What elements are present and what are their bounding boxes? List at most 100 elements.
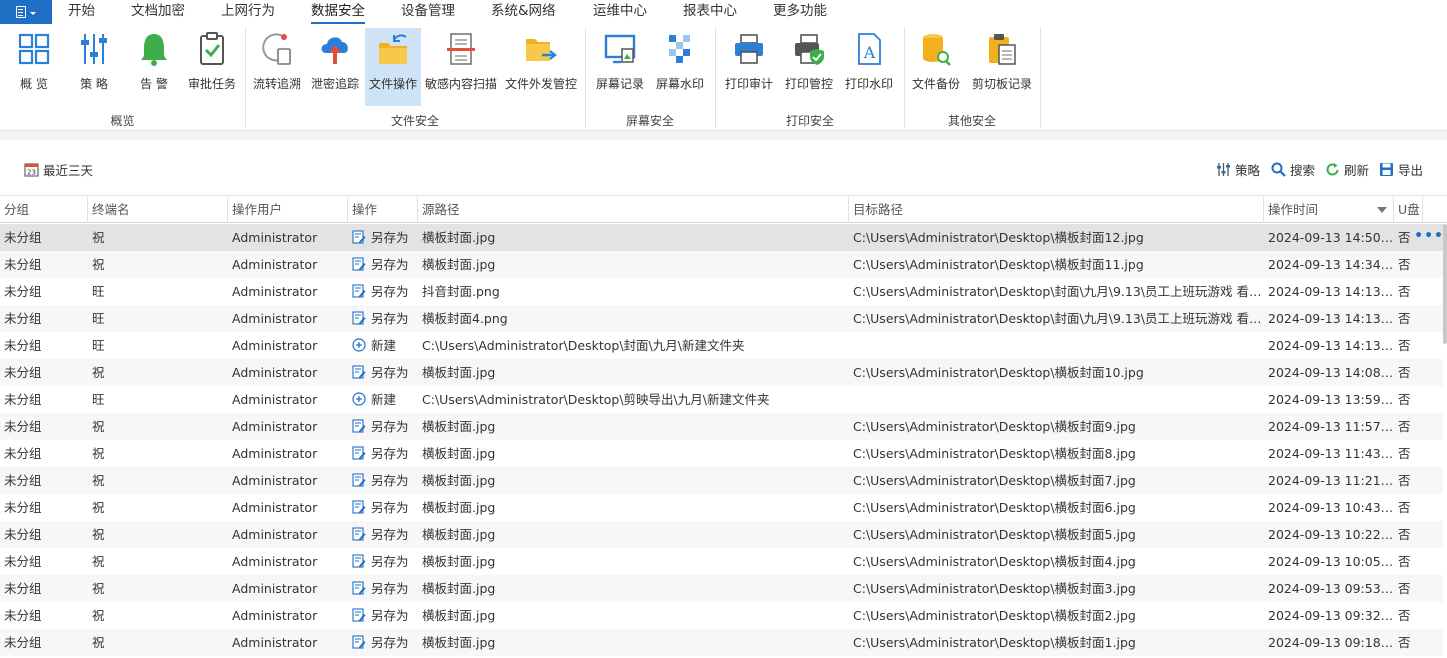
tab-internet-behavior[interactable]: 上网行为: [221, 0, 275, 24]
cell-terminal: 祝: [92, 527, 105, 542]
table-row[interactable]: 未分组 祝 Administrator 另存为 横板封面.jpg C:\Users\Adm…: [0, 602, 1443, 629]
overview-button[interactable]: 概 览: [10, 28, 58, 106]
print-control-button[interactable]: 打印管控: [782, 28, 836, 106]
cell-usb: 否: [1398, 311, 1411, 326]
cell-target-path: C:\Users\Administrator\Desktop\横板封面7.jpg: [853, 473, 1136, 488]
group-label-overview: 概览: [110, 114, 135, 128]
export-button[interactable]: 导出: [1379, 160, 1423, 179]
column-header-target-path[interactable]: 目标路径: [849, 197, 1264, 223]
menu-bar: 开始 文档加密 上网行为 数据安全 设备管理 系统&网络 运维中心 报表中心 更…: [0, 0, 1447, 24]
strategy-toolbar-button[interactable]: 策略: [1216, 160, 1260, 179]
operation-label: 另存为: [371, 446, 409, 461]
cell-target-path: C:\Users\Administrator\Desktop\横板封面3.jpg: [853, 581, 1136, 596]
table-row[interactable]: 未分组 祝 Administrator 另存为 横板封面.jpg C:\Users\Adm…: [0, 413, 1443, 440]
cell-target-path: C:\Users\Administrator\Desktop\横板封面9.jpg: [853, 419, 1136, 434]
ribbon-label: 敏感内容扫描: [424, 77, 497, 91]
export-save-icon: [1380, 163, 1393, 176]
operation-label: 另存为: [371, 608, 409, 623]
group-label-file-security: 文件安全: [390, 114, 439, 128]
table-row[interactable]: 未分组 祝 Administrator 另存为 横板封面.jpg C:\Users\Adm…: [0, 521, 1443, 548]
ribbon-label: 文件操作: [368, 77, 417, 91]
print-watermark-button[interactable]: A 打印水印: [842, 28, 896, 106]
tab-more-features[interactable]: 更多功能: [773, 0, 827, 24]
cell-user: Administrator: [232, 419, 318, 434]
table-row[interactable]: 未分组 祝 Administrator 另存为 横板封面.jpg C:\Users\Adm…: [0, 467, 1443, 494]
leak-tracking-button[interactable]: 泄密追踪: [308, 28, 362, 106]
cell-operation-time: 2024-09-13 13:59:48: [1268, 392, 1394, 407]
sensitive-content-scan-button[interactable]: 敏感内容扫描: [424, 28, 498, 106]
cell-user: Administrator: [232, 635, 318, 650]
chevron-down-icon: [30, 11, 36, 15]
tab-ops-center[interactable]: 运维中心: [593, 0, 647, 24]
date-filter-button[interactable]: 23 最近三天: [24, 160, 93, 179]
refresh-button[interactable]: 刷新: [1325, 160, 1369, 179]
tab-system-network[interactable]: 系统&网络: [491, 0, 556, 24]
print-audit-button[interactable]: 打印审计: [722, 28, 776, 106]
cell-terminal: 祝: [92, 419, 105, 434]
clipboard-record-button[interactable]: 剪切板记录: [968, 28, 1036, 106]
column-header-group[interactable]: 分组: [0, 197, 88, 223]
approval-task-button[interactable]: 审批任务: [185, 28, 239, 106]
column-header-user[interactable]: 操作用户: [228, 197, 348, 223]
operation-label: 新建: [371, 392, 397, 407]
save-as-icon: [352, 446, 366, 460]
table-row[interactable]: 未分组 祝 Administrator 另存为 横板封面.jpg C:\Users\Adm…: [0, 575, 1443, 602]
file-backup-button[interactable]: 文件备份: [909, 28, 963, 106]
table-row[interactable]: 未分组 旺 Administrator 另存为 横板封面4.png C:\Users\Ad…: [0, 305, 1443, 332]
operation-label: 另存为: [371, 419, 409, 434]
column-header-operation-time-label: 操作时间: [1268, 202, 1319, 217]
app-menu-button[interactable]: [0, 0, 52, 24]
table-row[interactable]: 未分组 祝 Administrator 另存为 横板封面.jpg C:\Users\Adm…: [0, 629, 1443, 656]
table-row[interactable]: 未分组 祝 Administrator 另存为 横板封面.jpg C:\Users\Adm…: [0, 548, 1443, 575]
table-row[interactable]: 未分组 旺 Administrator 另存为 抖音封面.png C:\Users\Adm…: [0, 278, 1443, 305]
table-row[interactable]: 未分组 祝 Administrator 另存为 横板封面.jpg C:\Users\Adm…: [0, 224, 1443, 251]
vertical-scrollbar[interactable]: [1443, 224, 1447, 344]
cell-source-path: C:\Users\Administrator\Desktop\剪映导出\九月\新…: [422, 392, 770, 407]
tab-data-security[interactable]: 数据安全: [311, 0, 365, 24]
cell-group: 未分组: [4, 419, 42, 434]
screen-record-button[interactable]: 屏幕记录: [592, 28, 648, 106]
cell-terminal: 旺: [92, 392, 105, 407]
tab-start[interactable]: 开始: [68, 0, 95, 24]
column-header-operation[interactable]: 操作: [348, 197, 418, 223]
file-operation-button[interactable]: 文件操作: [365, 28, 421, 106]
save-as-icon: [352, 257, 366, 271]
cell-source-path: 抖音封面.png: [422, 284, 500, 299]
cell-operation-time: 2024-09-13 14:50:14: [1268, 230, 1394, 245]
cell-operation: 另存为: [348, 224, 418, 251]
column-header-source-path[interactable]: 源路径: [418, 197, 849, 223]
table-row[interactable]: 未分组 祝 Administrator 另存为 横板封面.jpg C:\Users\Adm…: [0, 440, 1443, 467]
alarm-button[interactable]: 告 警: [130, 28, 178, 106]
cell-usb: 否: [1398, 365, 1411, 380]
table-row[interactable]: 未分组 旺 Administrator 新建 C:\Users\Administrato…: [0, 332, 1443, 359]
ribbon-label: 告 警: [140, 77, 168, 91]
screen-watermark-button[interactable]: 屏幕水印: [652, 28, 708, 106]
ribbon-label: 屏幕记录: [595, 77, 644, 91]
more-dots-icon[interactable]: •••: [1414, 224, 1443, 251]
tab-device-management[interactable]: 设备管理: [401, 0, 455, 24]
strategy-button[interactable]: 策 略: [70, 28, 118, 106]
cell-terminal: 旺: [92, 311, 105, 326]
table-row[interactable]: 未分组 祝 Administrator 另存为 横板封面.jpg C:\Users\Adm…: [0, 494, 1443, 521]
table-row[interactable]: 未分组 祝 Administrator 另存为 横板封面.jpg C:\Users\Adm…: [0, 359, 1443, 386]
cell-operation: 另存为: [348, 467, 418, 494]
add-circle-icon: [352, 392, 366, 406]
cell-target-path: [849, 332, 1264, 359]
file-outgoing-control-button[interactable]: 文件外发管控: [503, 28, 579, 106]
column-header-usb[interactable]: U盘: [1394, 197, 1423, 223]
column-header-terminal[interactable]: 终端名: [88, 197, 228, 223]
flow-trace-button[interactable]: 流转追溯: [250, 28, 304, 106]
cell-user: Administrator: [232, 257, 318, 272]
cell-operation-time: 2024-09-13 14:34:57: [1268, 257, 1394, 272]
table-row[interactable]: 未分组 旺 Administrator 新建 C:\Users\Administrato…: [0, 386, 1443, 413]
save-as-icon: [352, 500, 366, 514]
ribbon-label: 打印水印: [844, 77, 893, 91]
search-button[interactable]: 搜索: [1271, 160, 1315, 179]
cell-source-path: 横板封面.jpg: [422, 365, 496, 380]
column-header-operation-time[interactable]: 操作时间: [1264, 197, 1394, 223]
cell-operation: 新建: [348, 332, 418, 359]
table-row[interactable]: 未分组 祝 Administrator 另存为 横板封面.jpg C:\Users\Adm…: [0, 251, 1443, 278]
cell-usb: 否: [1398, 419, 1411, 434]
tab-report-center[interactable]: 报表中心: [683, 0, 737, 24]
tab-document-encryption[interactable]: 文档加密: [131, 0, 185, 24]
